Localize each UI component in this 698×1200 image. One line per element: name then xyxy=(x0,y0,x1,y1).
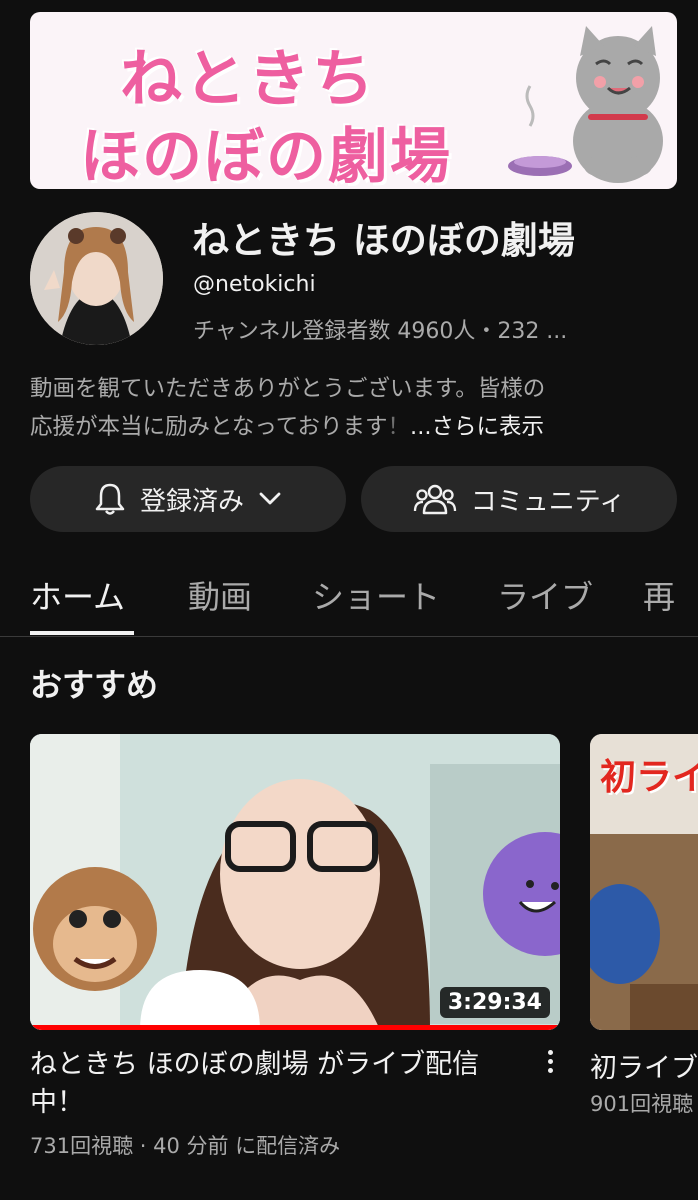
video-duration: 3:29:34 xyxy=(439,987,550,1018)
thumbnail-image xyxy=(30,734,560,1030)
banner-title-line2: ほのぼの劇場 xyxy=(80,122,452,189)
video-meta-2: 901回視聴 xyxy=(590,1092,694,1116)
bell-icon xyxy=(95,483,125,515)
section-title: おすすめ xyxy=(30,666,159,704)
community-label: コミュニティ xyxy=(470,486,626,517)
description-line2-wrap: 応援が本当に励みとなっております！...さらに表示 xyxy=(30,408,670,446)
channel-handle: @netokichi xyxy=(193,272,316,297)
channel-tabs: ホーム 動画 ショート ライブ 再 xyxy=(0,566,698,637)
subscribed-label: 登録済み xyxy=(139,486,244,517)
banner-title-line1: ねときち xyxy=(120,42,377,115)
description-fade: ！ xyxy=(387,414,411,440)
tab-videos[interactable]: 動画 xyxy=(188,572,252,618)
cat-illustration xyxy=(508,26,663,183)
chevron-down-icon xyxy=(259,492,281,505)
channel-banner: ねときち ほのぼの劇場 xyxy=(30,12,677,189)
channel-description[interactable]: 動画を観ていただきありがとうございます。皆様の 応援が本当に励みとなっております… xyxy=(30,370,670,446)
channel-avatar[interactable] xyxy=(30,212,163,345)
tab-playlists[interactable]: 再 xyxy=(643,572,675,618)
active-tab-indicator xyxy=(30,631,134,635)
show-more-link[interactable]: ...さらに表示 xyxy=(410,414,544,440)
video-title-2[interactable]: 初ライブ xyxy=(590,1046,698,1085)
channel-name: ねときち ほのぼの劇場 xyxy=(192,219,575,262)
channel-stats: チャンネル登録者数 4960人・232 ... xyxy=(193,319,568,344)
thumbnail-text: 初ライ xyxy=(600,757,698,798)
tab-live[interactable]: ライブ xyxy=(497,572,593,618)
video-thumbnail-2[interactable]: 初ライ xyxy=(590,734,698,1030)
description-line1: 動画を観ていただきありがとうございます。皆様の xyxy=(30,376,546,402)
tab-shorts[interactable]: ショート xyxy=(312,572,440,618)
video-thumbnail[interactable]: 3:29:34 xyxy=(30,734,560,1030)
more-vertical-icon[interactable] xyxy=(540,1050,560,1080)
description-line2: 応援が本当に励みとなっております xyxy=(30,414,388,440)
tab-home[interactable]: ホーム xyxy=(30,572,125,618)
video-title[interactable]: ねときち ほのぼの劇場 がライブ配信中！ xyxy=(30,1046,520,1122)
video-meta: 731回視聴 · 40 分前 に配信済み xyxy=(30,1134,341,1158)
avatar-image xyxy=(30,212,163,345)
watch-progress-bar xyxy=(30,1025,560,1030)
community-icon xyxy=(413,484,456,515)
subscribed-button[interactable]: 登録済み xyxy=(30,466,346,532)
community-button[interactable]: コミュニティ xyxy=(361,466,677,532)
